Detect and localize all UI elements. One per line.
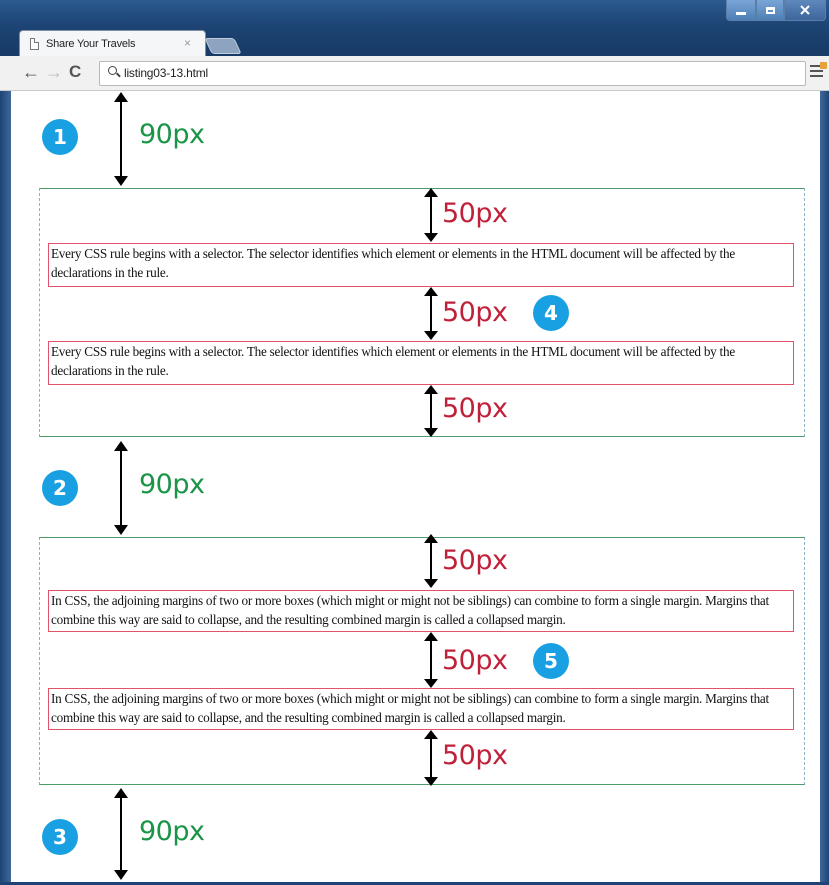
- document-icon: [30, 38, 39, 50]
- maximize-button[interactable]: [756, 0, 784, 21]
- maximize-icon: [765, 6, 775, 14]
- vertical-arrow-icon: [424, 534, 438, 588]
- browser-tab[interactable]: Share Your Travels ×: [19, 30, 206, 58]
- paragraph-2: Every CSS rule begins with a selector. T…: [48, 341, 794, 385]
- vertical-arrow-icon: [424, 287, 438, 340]
- margin-label-50px-6: 50px: [442, 740, 508, 771]
- paragraph-3: In CSS, the adjoining margins of two or …: [48, 590, 794, 632]
- minimize-icon: [736, 11, 746, 15]
- margin-label-50px-1: 50px: [442, 198, 508, 229]
- address-bar[interactable]: listing03-13.html: [99, 61, 806, 86]
- search-icon: [108, 66, 117, 75]
- paragraph-4: In CSS, the adjoining margins of two or …: [48, 688, 794, 730]
- close-icon: [800, 5, 810, 15]
- tab-title: Share Your Travels: [46, 38, 136, 50]
- vertical-arrow-icon: [114, 441, 128, 535]
- forward-button[interactable]: →: [45, 63, 63, 81]
- update-badge-icon: [820, 62, 827, 69]
- margin-label-90px-1: 90px: [139, 119, 205, 150]
- tab-close-icon[interactable]: ×: [184, 36, 191, 50]
- menu-icon[interactable]: [810, 62, 827, 79]
- margin-label-50px-3: 50px: [442, 393, 508, 424]
- browser-toolbar: ← → C listing03-13.html: [0, 56, 829, 91]
- vertical-arrow-icon: [114, 92, 128, 186]
- margin-label-50px-4: 50px: [442, 545, 508, 576]
- badge-2: 2: [42, 470, 78, 506]
- close-window-button[interactable]: [784, 0, 826, 21]
- back-button[interactable]: ←: [22, 63, 40, 81]
- window-frame-left: [0, 91, 11, 885]
- minimize-button[interactable]: [726, 0, 756, 21]
- badge-3: 3: [42, 819, 78, 855]
- badge-4: 4: [533, 295, 569, 331]
- vertical-arrow-icon: [114, 788, 128, 880]
- paragraph-1: Every CSS rule begins with a selector. T…: [48, 243, 794, 287]
- margin-label-50px-5: 50px: [442, 645, 508, 676]
- window-frame-right: [820, 91, 829, 885]
- window-controls: [726, 0, 826, 22]
- badge-5: 5: [533, 643, 569, 679]
- margin-label-90px-2: 90px: [139, 469, 205, 500]
- window-titlebar: Share Your Travels ×: [0, 0, 829, 58]
- new-tab-button[interactable]: [204, 38, 242, 54]
- url-text: listing03-13.html: [124, 66, 208, 80]
- vertical-arrow-icon: [424, 188, 438, 242]
- vertical-arrow-icon: [424, 385, 438, 437]
- badge-1: 1: [42, 119, 78, 155]
- margin-label-50px-2: 50px: [442, 297, 508, 328]
- margin-label-90px-3: 90px: [139, 816, 205, 847]
- vertical-arrow-icon: [424, 632, 438, 688]
- reload-button[interactable]: C: [69, 63, 81, 81]
- vertical-arrow-icon: [424, 730, 438, 786]
